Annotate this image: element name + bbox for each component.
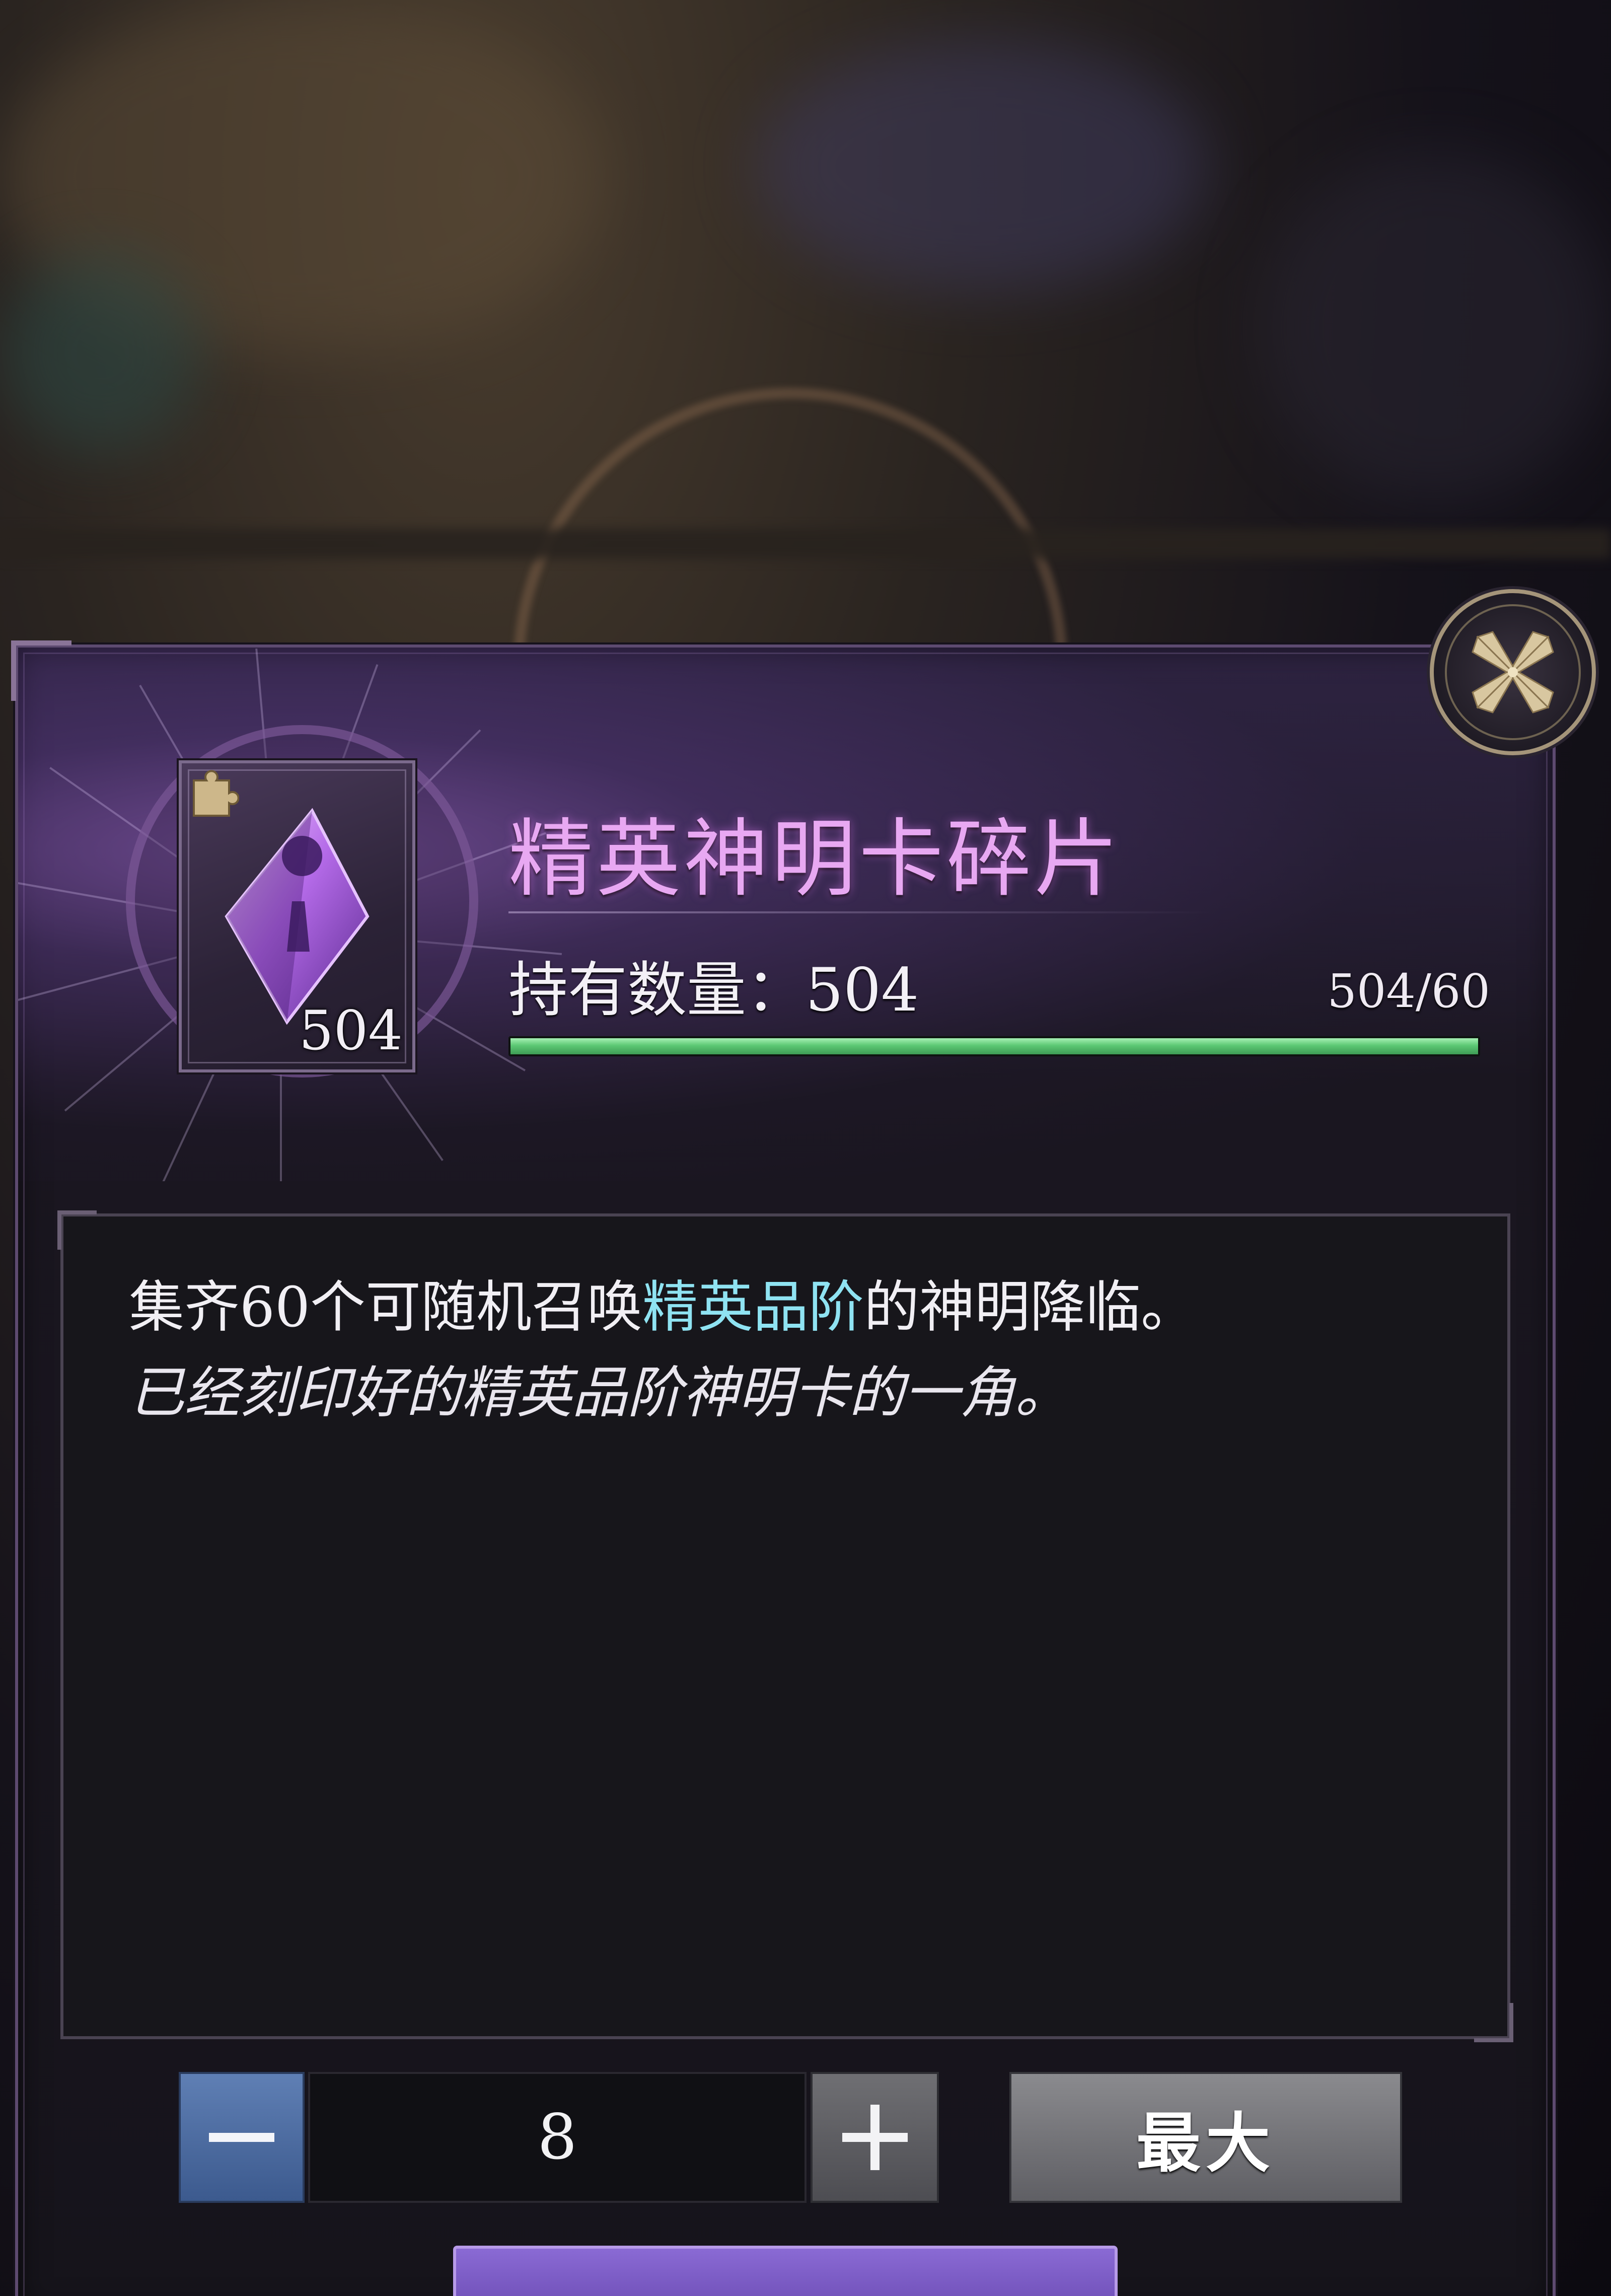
title-divider bbox=[508, 911, 1213, 913]
desc-suffix: 的神明降临。 bbox=[863, 1275, 1196, 1339]
decrease-button[interactable] bbox=[179, 2072, 305, 2203]
progress-bar bbox=[508, 1036, 1480, 1056]
minus-icon bbox=[209, 2133, 274, 2142]
description-line-1: 集齐60个可随机召唤精英品阶的神明降临。 bbox=[129, 1262, 1196, 1342]
description-box: 集齐60个可随机召唤精英品阶的神明降临。 已经刻印好的精英品阶神明卡的一角。 bbox=[57, 1210, 1513, 2042]
desc-prefix: 集齐60个可随机召唤 bbox=[129, 1275, 642, 1339]
close-icon bbox=[1472, 631, 1554, 713]
quantity-input[interactable] bbox=[308, 2072, 807, 2203]
desc-highlight: 精英品阶 bbox=[642, 1275, 864, 1339]
max-button[interactable]: 最大 bbox=[1009, 2072, 1402, 2203]
progress-text: 504/60 bbox=[1327, 964, 1490, 1018]
description-line-2: 已经刻印好的精英品阶神明卡的一角。 bbox=[129, 1360, 1070, 1425]
card-count: 504 bbox=[299, 999, 403, 1062]
crystal-icon bbox=[225, 808, 370, 1025]
item-title: 精英神明卡碎片 bbox=[508, 810, 1122, 908]
progress-fill bbox=[510, 1038, 1478, 1054]
held-value: 504 bbox=[806, 955, 919, 1025]
use-button[interactable]: 使用 bbox=[453, 2246, 1118, 2296]
close-button[interactable] bbox=[1430, 589, 1596, 755]
held-quantity: 持有数量：504 bbox=[508, 942, 919, 1028]
held-label: 持有数量： bbox=[508, 955, 806, 1025]
puzzle-piece-icon bbox=[193, 770, 239, 817]
increase-button[interactable] bbox=[811, 2072, 939, 2203]
